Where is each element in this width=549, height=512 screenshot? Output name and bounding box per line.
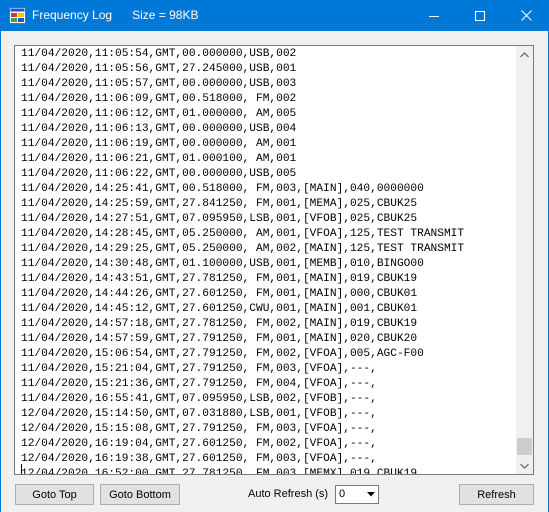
log-line: 11/04/2020,14:28:45,GMT,05.250000, AM,00…: [21, 228, 465, 240]
log-line: 12/04/2020,16:52:00,GMT,27.781250, FM,00…: [21, 468, 418, 475]
chevron-up-icon: [520, 51, 529, 57]
log-line: 11/04/2020,15:21:36,GMT,27.791250, FM,00…: [21, 378, 377, 390]
scroll-thumb[interactable]: [517, 438, 532, 455]
log-line: 11/04/2020,11:05:57,GMT,00.000000,USB,00…: [21, 78, 297, 90]
goto-bottom-button[interactable]: Goto Bottom: [100, 484, 180, 505]
bottom-toolbar: Goto Top Goto Bottom Auto Refresh (s) 0 …: [1, 480, 548, 512]
log-line: 11/04/2020,14:30:48,GMT,01.100000,USB,00…: [21, 258, 424, 270]
window-title-text: Frequency Log: [32, 8, 113, 22]
dropdown-arrow-icon: [366, 492, 375, 497]
log-line: 11/04/2020,14:44:26,GMT,27.601250, FM,00…: [21, 288, 418, 300]
close-button[interactable]: [503, 0, 549, 31]
title-bar[interactable]: Frequency Log Size = 98KB: [0, 0, 549, 31]
log-line: 11/04/2020,15:06:54,GMT,27.791250, FM,00…: [21, 348, 424, 360]
log-line: 12/04/2020,16:19:04,GMT,27.601250, FM,00…: [21, 438, 377, 450]
chevron-down-icon: [520, 463, 529, 469]
log-line: 11/04/2020,11:05:54,GMT,00.000000,USB,00…: [21, 48, 297, 60]
log-line: 11/04/2020,11:05:56,GMT,27.245000,USB,00…: [21, 63, 297, 75]
maximize-button[interactable]: [457, 0, 503, 31]
log-line: 11/04/2020,11:06:09,GMT,00.518000, FM,00…: [21, 93, 297, 105]
log-line: 11/04/2020,14:29:25,GMT,05.250000, AM,00…: [21, 243, 465, 255]
window-client-area: 11/04/2020,11:05:54,GMT,00.000000,USB,00…: [0, 31, 549, 512]
log-line: 11/04/2020,11:06:13,GMT,00.000000,USB,00…: [21, 123, 297, 135]
window-title: Frequency Log Size = 98KB: [32, 8, 198, 22]
log-line: 11/04/2020,11:06:21,GMT,01.000100, AM,00…: [21, 153, 297, 165]
log-line: 11/04/2020,14:57:59,GMT,27.791250, FM,00…: [21, 333, 418, 345]
log-line: 11/04/2020,14:43:51,GMT,27.781250, FM,00…: [21, 273, 418, 285]
auto-refresh-value: 0: [339, 488, 346, 500]
auto-refresh-select[interactable]: 0: [335, 485, 379, 504]
goto-top-button[interactable]: Goto Top: [15, 484, 94, 505]
log-textarea[interactable]: 11/04/2020,11:05:54,GMT,00.000000,USB,00…: [14, 45, 534, 475]
log-lines: 11/04/2020,11:05:54,GMT,00.000000,USB,00…: [21, 47, 465, 475]
app-icon: [9, 7, 26, 24]
scroll-down-button[interactable]: [516, 457, 533, 474]
maximize-icon: [475, 10, 485, 21]
minimize-icon: [429, 15, 439, 17]
auto-refresh-label: Auto Refresh (s): [248, 488, 329, 500]
log-line: 11/04/2020,11:06:19,GMT,00.000000, AM,00…: [21, 138, 297, 150]
log-line: 11/04/2020,14:25:41,GMT,00.518000, FM,00…: [21, 183, 424, 195]
log-line: 12/04/2020,15:14:50,GMT,07.031880,LSB,00…: [21, 408, 377, 420]
log-line: 11/04/2020,14:25:59,GMT,27.841250, FM,00…: [21, 198, 418, 210]
log-line: 12/04/2020,15:15:08,GMT,27.791250, FM,00…: [21, 423, 377, 435]
log-line: 11/04/2020,11:06:22,GMT,00.000000,USB,00…: [21, 168, 297, 180]
log-line: 11/04/2020,14:45:12,GMT,27.601250,CWU,00…: [21, 303, 418, 315]
log-line: 12/04/2020,16:19:38,GMT,27.601250, FM,00…: [21, 453, 377, 465]
text-caret: [21, 464, 22, 474]
log-line: 11/04/2020,14:27:51,GMT,07.095950,LSB,00…: [21, 213, 418, 225]
dropdown-button[interactable]: [363, 486, 378, 503]
log-line: 11/04/2020,14:57:18,GMT,27.781250, FM,00…: [21, 318, 418, 330]
vertical-scrollbar[interactable]: [516, 46, 533, 474]
log-line: 11/04/2020,15:21:04,GMT,27.791250, FM,00…: [21, 363, 377, 375]
refresh-button[interactable]: Refresh: [459, 484, 534, 505]
log-line: 11/04/2020,11:06:12,GMT,01.000000, AM,00…: [21, 108, 297, 120]
close-icon: [520, 10, 532, 21]
log-line: 11/04/2020,16:55:41,GMT,07.095950,LSB,00…: [21, 393, 377, 405]
file-size-label: Size = 98KB: [132, 8, 199, 22]
minimize-button[interactable]: [411, 0, 457, 31]
scroll-up-button[interactable]: [516, 46, 533, 63]
